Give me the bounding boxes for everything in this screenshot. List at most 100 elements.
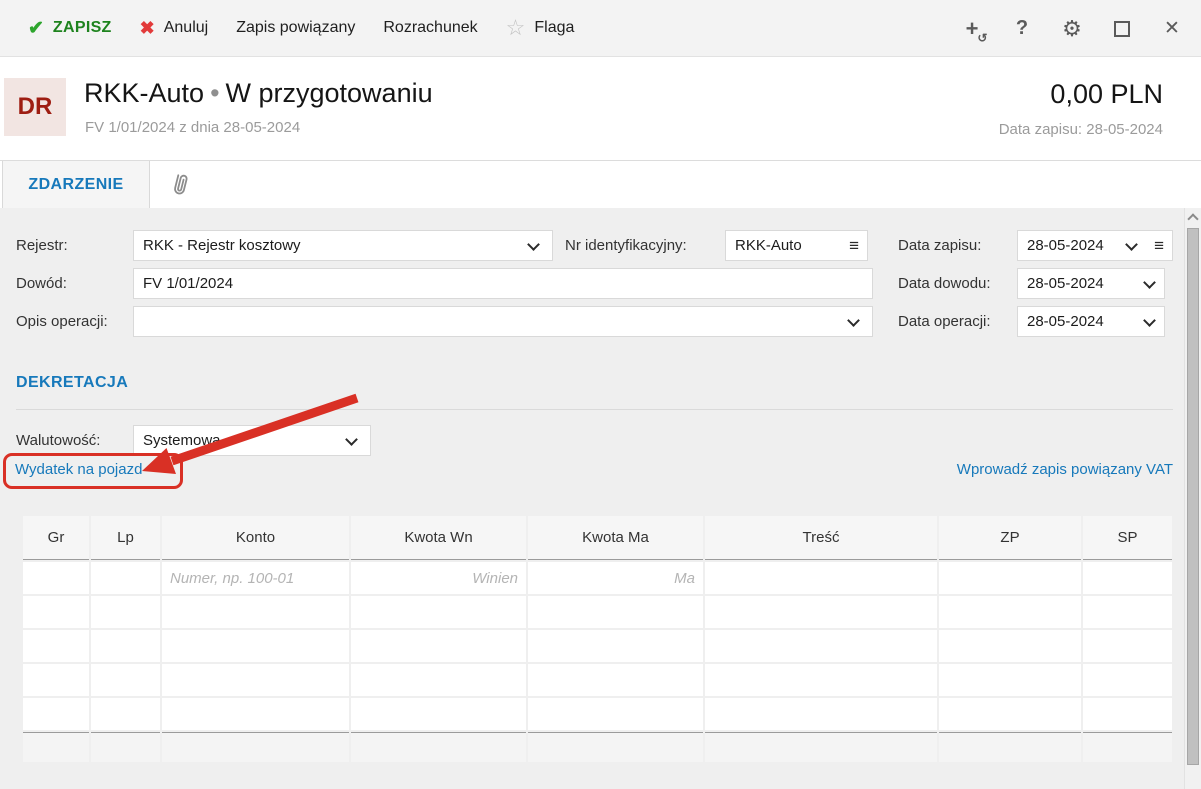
table-cell[interactable] <box>705 664 937 696</box>
table-cell[interactable] <box>1083 664 1172 696</box>
table-cell[interactable] <box>939 698 1081 730</box>
close-button[interactable]: ✕ <box>1153 9 1191 49</box>
table-cell[interactable] <box>91 562 160 594</box>
table-cell[interactable] <box>91 698 160 730</box>
col-sp[interactable]: SP <box>1083 516 1172 560</box>
hamburger-icon[interactable]: ≡ <box>849 237 859 254</box>
scroll-up-icon[interactable] <box>1187 213 1199 225</box>
table-cell[interactable] <box>528 596 703 628</box>
col-konto[interactable]: Konto <box>162 516 349 560</box>
table-row-new: Numer, np. 100-01 Winien Ma <box>23 562 1172 594</box>
related-entry-button[interactable]: Zapis powiązany <box>222 0 369 56</box>
data-dowodu-input[interactable]: 28-05-2024 <box>1017 268 1165 299</box>
table-cell[interactable] <box>705 630 937 662</box>
maximize-button[interactable] <box>1103 9 1141 49</box>
data-zapisu-input[interactable]: 28-05-2024 ≡ <box>1017 230 1173 261</box>
section-divider <box>16 409 1173 410</box>
col-zp[interactable]: ZP <box>939 516 1081 560</box>
table-cell[interactable] <box>162 698 349 730</box>
table-cell[interactable] <box>1083 596 1172 628</box>
cancel-button[interactable]: ✖ Anuluj <box>126 0 223 56</box>
title-separator: • <box>210 78 220 108</box>
decree-table: Gr Lp Konto Kwota Wn Kwota Ma Treść ZP S… <box>21 514 1174 764</box>
summary-cell <box>91 732 160 762</box>
table-cell[interactable] <box>939 596 1081 628</box>
tab-zdarzenie[interactable]: ZDARZENIE <box>2 161 150 209</box>
hamburger-icon[interactable]: ≡ <box>1154 237 1164 254</box>
summary-cell <box>1083 732 1172 762</box>
opis-select[interactable] <box>133 306 873 337</box>
table-cell[interactable] <box>705 698 937 730</box>
chevron-down-icon <box>527 238 540 251</box>
table-cell[interactable] <box>705 562 937 594</box>
table-cell[interactable] <box>162 664 349 696</box>
col-kwota-wn[interactable]: Kwota Wn <box>351 516 526 560</box>
nr-id-label: Nr identyfikacyjny: <box>565 237 687 254</box>
table-header-row: Gr Lp Konto Kwota Wn Kwota Ma Treść ZP S… <box>23 516 1172 560</box>
chevron-down-icon <box>847 314 860 327</box>
table-cell[interactable] <box>705 596 937 628</box>
settlement-button[interactable]: Rozrachunek <box>369 0 491 56</box>
col-gr[interactable]: Gr <box>23 516 89 560</box>
vertical-scrollbar[interactable] <box>1184 208 1201 789</box>
nr-id-input[interactable]: RKK-Auto ≡ <box>725 230 868 261</box>
help-button[interactable]: ? <box>1003 9 1041 49</box>
table-cell[interactable] <box>528 698 703 730</box>
kwota-ma-placeholder-cell[interactable]: Ma <box>528 562 703 594</box>
table-cell[interactable] <box>351 664 526 696</box>
record-header: DR RKK-Auto • W przygotowaniu FV 1/01/2024… <box>0 58 1201 160</box>
table-cell[interactable] <box>162 596 349 628</box>
table-row <box>23 596 1172 628</box>
summary-cell <box>939 732 1081 762</box>
walutowosc-select[interactable]: Systemowa <box>133 425 371 456</box>
table-cell[interactable] <box>1083 698 1172 730</box>
table-cell[interactable] <box>91 596 160 628</box>
chevron-down-icon[interactable] <box>1143 314 1156 327</box>
col-lp[interactable]: Lp <box>91 516 160 560</box>
table-cell[interactable] <box>91 630 160 662</box>
table-cell[interactable] <box>23 630 89 662</box>
table-row <box>23 630 1172 662</box>
table-cell[interactable] <box>1083 630 1172 662</box>
data-zapisu-value: 28-05-2024 <box>1027 237 1104 254</box>
table-cell[interactable] <box>162 630 349 662</box>
table-cell[interactable] <box>939 630 1081 662</box>
table-cell[interactable] <box>91 664 160 696</box>
table-cell[interactable] <box>939 664 1081 696</box>
dowod-input[interactable]: FV 1/01/2024 <box>133 268 873 299</box>
table-cell[interactable] <box>351 698 526 730</box>
walutowosc-value: Systemowa <box>143 432 221 449</box>
check-icon: ✔ <box>28 17 44 39</box>
flag-button[interactable]: ☆ Flaga <box>492 0 589 56</box>
paperclip-icon <box>174 174 188 195</box>
summary-cell <box>23 732 89 762</box>
table-cell[interactable] <box>1083 562 1172 594</box>
chevron-down-icon[interactable] <box>1143 276 1156 289</box>
summary-cell <box>528 732 703 762</box>
save-button-label: ZAPISZ <box>52 19 112 36</box>
settings-gear-button[interactable]: ⚙ <box>1053 9 1091 49</box>
table-cell[interactable] <box>23 664 89 696</box>
col-tresc[interactable]: Treść <box>705 516 937 560</box>
table-cell[interactable] <box>528 664 703 696</box>
rejestr-label: Rejestr: <box>16 237 68 254</box>
table-cell[interactable] <box>351 596 526 628</box>
table-cell[interactable] <box>939 562 1081 594</box>
table-cell[interactable] <box>23 698 89 730</box>
col-kwota-ma[interactable]: Kwota Ma <box>528 516 703 560</box>
save-button[interactable]: ✔ ZAPISZ <box>14 0 126 56</box>
table-cell[interactable] <box>23 562 89 594</box>
kwota-wn-placeholder-cell[interactable]: Winien <box>351 562 526 594</box>
data-operacji-input[interactable]: 28-05-2024 <box>1017 306 1165 337</box>
rejestr-select[interactable]: RKK - Rejestr kosztowy <box>133 230 553 261</box>
table-cell[interactable] <box>351 630 526 662</box>
konto-placeholder-cell[interactable]: Numer, np. 100-01 <box>162 562 349 594</box>
table-cell[interactable] <box>528 630 703 662</box>
scrollbar-thumb[interactable] <box>1187 228 1199 765</box>
new-window-button[interactable]: + ↺ <box>953 9 991 49</box>
tab-attachments[interactable] <box>150 161 210 209</box>
vat-related-entry-link[interactable]: Wprowadź zapis powiązany VAT <box>957 461 1173 478</box>
table-cell[interactable] <box>23 596 89 628</box>
vehicle-expense-link[interactable]: Wydatek na pojazd <box>15 461 142 478</box>
chevron-down-icon[interactable] <box>1125 238 1138 251</box>
